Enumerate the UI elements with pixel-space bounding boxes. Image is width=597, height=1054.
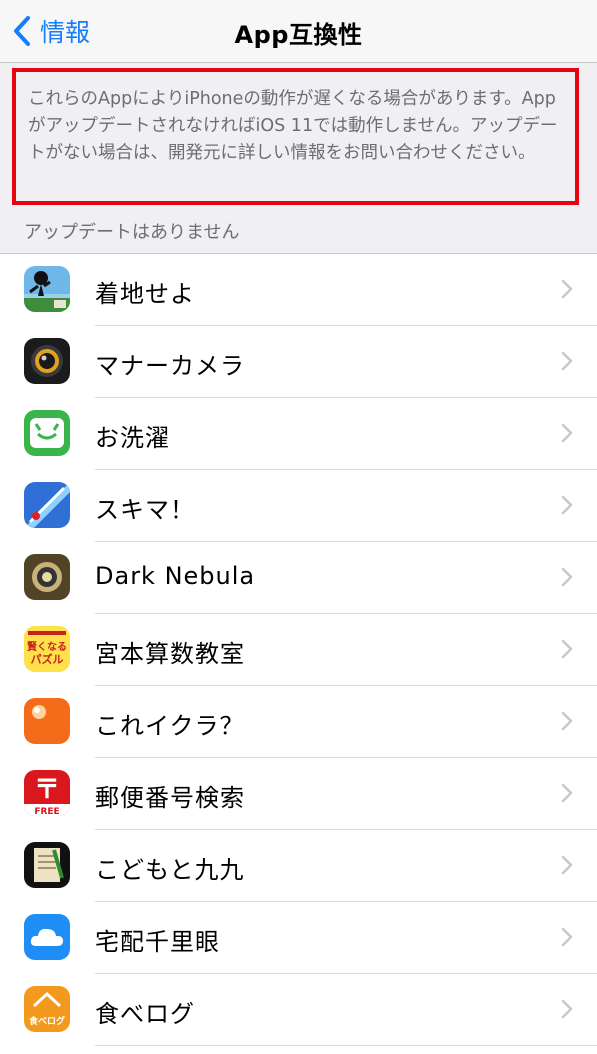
section-header: アップデートはありません (24, 222, 240, 243)
app-name: マナーカメラ (95, 352, 245, 380)
sword-slash-icon (24, 482, 70, 528)
chevron-right-icon (561, 351, 573, 371)
postal-mark-icon: 〒 FREE (24, 770, 70, 816)
page-title: App互換性 (234, 21, 363, 49)
app-name: これイクラ？ (95, 712, 245, 740)
icon-text: 〒 (34, 775, 60, 805)
list-item[interactable]: こどもと九九 (0, 830, 597, 902)
chevron-right-icon (561, 423, 573, 443)
chevron-right-icon (561, 279, 573, 299)
chevron-right-icon (561, 639, 573, 659)
app-name: 宅配千里眼 (95, 928, 220, 956)
app-list: 着地せよ マナーカメラ お洗濯 スキマ！ Dark Nebula 賢くなる パズ… (0, 253, 597, 1054)
app-name: こどもと九九 (95, 856, 245, 884)
dark-orb-icon (24, 554, 70, 600)
list-item[interactable]: マナーカメラ (0, 326, 597, 398)
list-item[interactable]: 着地せよ (0, 254, 597, 326)
app-name: Dark Nebula (95, 562, 256, 590)
list-item[interactable]: 宅配千里眼 (0, 902, 597, 974)
app-name: スキマ！ (95, 496, 195, 524)
list-item[interactable]: お洗濯 (0, 398, 597, 470)
icon-text: 賢くなる (27, 641, 67, 653)
chevron-right-icon (561, 567, 573, 587)
icon-text: 食べログ (28, 1015, 65, 1027)
list-item[interactable]: Dark Nebula (0, 542, 597, 614)
navigation-bar: 情報 App互換性 (0, 0, 597, 63)
list-item[interactable]: これイクラ？ (0, 686, 597, 758)
app-name: 郵便番号検索 (95, 784, 245, 812)
puzzle-book-icon: 賢くなる パズル (24, 626, 70, 672)
compatibility-notice: これらのAppによりiPhoneの動作が遅くなる場合があります。Appがアップデ… (12, 68, 579, 205)
chevron-right-icon (561, 927, 573, 947)
camera-lens-icon (24, 338, 70, 384)
list-item[interactable]: 食べログ 食べログ (0, 974, 597, 1046)
icon-text: FREE (34, 807, 59, 816)
chevron-right-icon (561, 999, 573, 1019)
chevron-right-icon (561, 783, 573, 803)
app-name: 宮本算数教室 (95, 640, 245, 668)
chevron-right-icon (561, 495, 573, 515)
list-item[interactable]: 賢くなる パズル 宮本算数教室 (0, 614, 597, 686)
icon-text: パズル (31, 652, 64, 666)
laundry-cat-icon (24, 410, 70, 456)
list-item[interactable]: スキマ！ (0, 470, 597, 542)
orange-ball-icon (24, 698, 70, 744)
tabelog-icon: 食べログ (24, 986, 70, 1032)
chevron-right-icon (561, 711, 573, 731)
notebook-icon (24, 842, 70, 888)
app-name: 着地せよ (95, 280, 195, 308)
list-item[interactable]: 〒 FREE 郵便番号検索 (0, 758, 597, 830)
chevron-right-icon (561, 855, 573, 875)
cloud-icon (24, 914, 70, 960)
jump-game-icon (24, 266, 70, 312)
app-name: お洗濯 (95, 424, 170, 452)
